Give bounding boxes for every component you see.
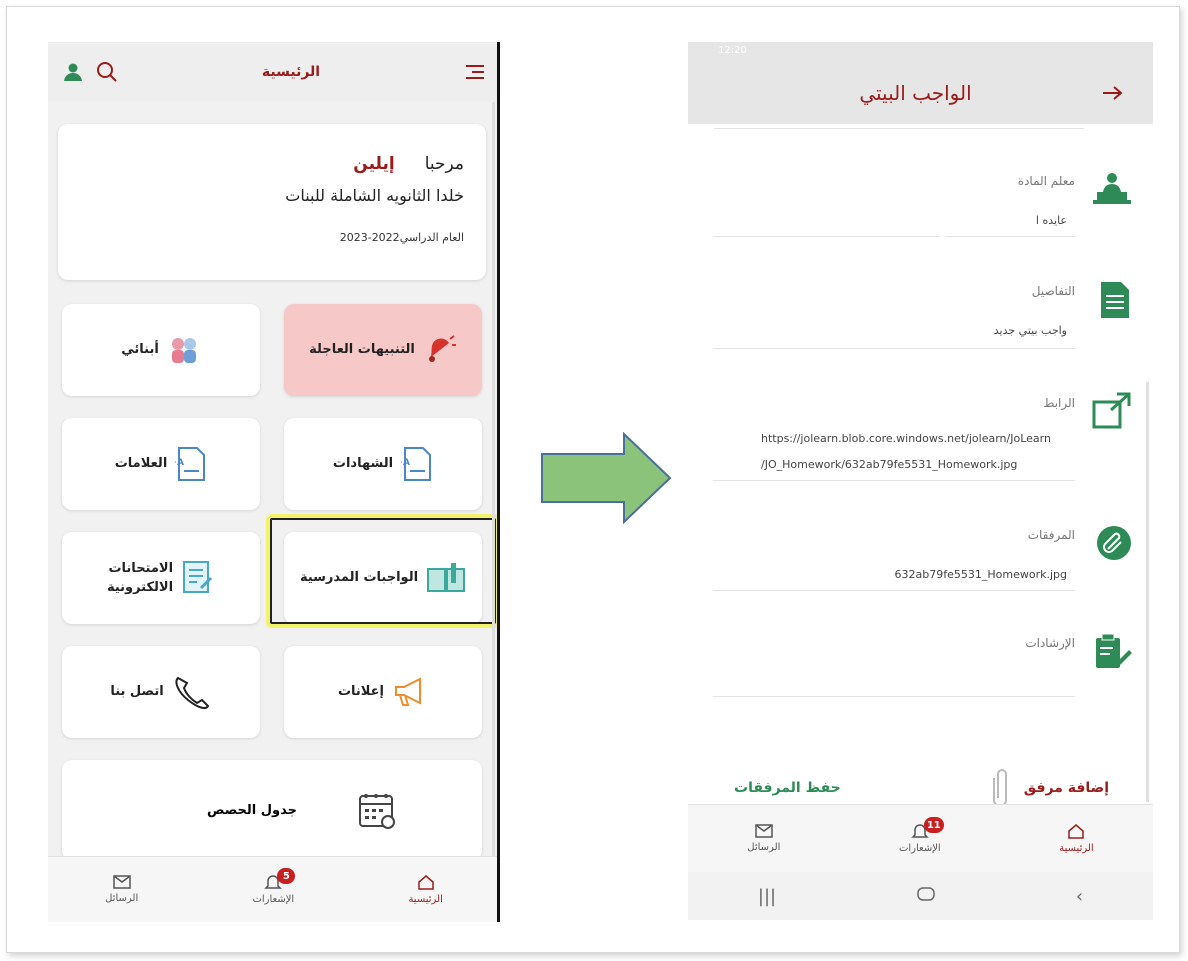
phone-icon — [172, 674, 212, 710]
field-details: التفاصيل واجب بيتي جديد — [713, 280, 1133, 350]
field-attachments: المرفقات 632ab79fe5531_Homework.jpg — [713, 524, 1133, 594]
link-value[interactable]: https://jolearn.blob.core.windows.net/jo… — [761, 426, 1081, 479]
homework-detail-screen: 12:20 الواجب البيتي معلم المادة عايده ا — [688, 42, 1153, 920]
paperclip-icon — [1095, 524, 1133, 562]
academic-year: العام الدراسي2022-2023 — [339, 231, 464, 244]
exam-label-line2: الالكترونية — [106, 580, 174, 595]
attachment-filename[interactable]: 632ab79fe5531_Homework.jpg — [895, 568, 1067, 581]
welcome-card: مرحباإيلين خلدا الثانويه الشاملة للبنات … — [58, 124, 486, 280]
bell-icon — [423, 333, 457, 367]
field-instructions: الإرشادات — [713, 632, 1133, 698]
teacher-icon — [1091, 170, 1133, 208]
save-attachments-button[interactable]: حفظ المرفقات — [734, 780, 841, 796]
clipboard-edit-icon — [1093, 632, 1133, 672]
system-nav-bar: ||| ‹ — [688, 872, 1153, 920]
scrollbar[interactable] — [492, 102, 495, 862]
arrow-right-icon[interactable] — [1101, 85, 1123, 101]
svg-text:A+: A+ — [401, 458, 410, 468]
home-button-icon[interactable] — [916, 886, 936, 907]
nav-home[interactable]: الرئيسية — [1059, 823, 1094, 854]
bottom-nav: الرسائل 5 الإشعارات الرئيسية — [48, 856, 497, 922]
tile-urgent-alerts[interactable]: التنبيهات العاجلة — [284, 304, 482, 396]
svg-text:A+: A+ — [175, 458, 184, 468]
details-value: واجب بيتي جديد — [993, 324, 1067, 337]
exam-label-line1: الامتحانات — [108, 560, 174, 576]
teacher-value: عايده ا — [1035, 214, 1067, 227]
home-screen: الرئيسية مرحبا إيلين خلدا الثانويه الشامل… — [48, 42, 500, 922]
nav-messages[interactable]: الرسائل — [747, 824, 780, 853]
tile-class-schedule[interactable]: جدول الحصص — [62, 760, 482, 860]
document-icon — [1097, 280, 1133, 320]
top-bar: الرئيسية — [48, 42, 497, 102]
school-name: خلدا الثانويه الشاملة للبنات — [285, 186, 464, 205]
flow-arrow-icon — [541, 432, 672, 524]
back-icon[interactable]: ‹ — [1076, 886, 1083, 907]
tile-certificates[interactable]: A+ الشهادات — [284, 418, 482, 510]
mail-icon — [112, 875, 131, 889]
page-title: الرئيسية — [261, 64, 321, 80]
homework-book-icon — [426, 561, 466, 595]
external-link-icon[interactable] — [1091, 392, 1133, 430]
search-icon[interactable] — [96, 61, 118, 83]
megaphone-icon — [392, 675, 428, 709]
scrollbar[interactable] — [1146, 382, 1149, 802]
recent-apps-icon[interactable]: ||| — [758, 886, 776, 907]
tile-homework[interactable]: الواجبات المدرسية — [284, 532, 482, 624]
status-time: 12:20 — [718, 45, 747, 56]
nav-notifications[interactable]: 5 الإشعارات — [252, 868, 296, 905]
grades-icon: A+ — [175, 446, 207, 482]
home-icon — [417, 875, 434, 890]
field-teacher: معلم المادة عايده ا — [713, 170, 1133, 240]
canvas: الرئيسية مرحبا إيلين خلدا الثانويه الشامل… — [0, 0, 1188, 961]
user-icon[interactable] — [62, 61, 84, 83]
detail-header: الواجب البيتي — [688, 62, 1153, 124]
calendar-icon — [357, 790, 397, 830]
notification-badge: 5 — [277, 868, 296, 884]
status-bar: 12:20 — [688, 42, 1153, 62]
mail-icon — [755, 824, 773, 838]
field-link: الرابط https://jolearn.blob.core.windows… — [713, 392, 1133, 482]
notification-badge: 11 — [923, 817, 944, 833]
divider — [714, 128, 1084, 129]
greeting: مرحبا — [424, 154, 464, 174]
tile-electronic-exams[interactable]: الامتحانات الالكترونية — [62, 532, 260, 624]
bottom-nav: الرسائل 11 الإشعارات الرئيسية — [688, 804, 1153, 872]
tile-grades[interactable]: A+ العلامات — [62, 418, 260, 510]
detail-title: الواجب البيتي — [859, 81, 972, 105]
nav-messages[interactable]: الرسائل — [105, 875, 138, 904]
exam-icon — [181, 560, 215, 596]
tile-contact-us[interactable]: اتصل بنا — [62, 646, 260, 738]
user-name: إيلين — [353, 154, 395, 174]
children-icon — [167, 333, 201, 367]
tile-announcements[interactable]: إعلانات — [284, 646, 482, 738]
tile-my-children[interactable]: أبنائي — [62, 304, 260, 396]
menu-icon[interactable] — [464, 63, 486, 81]
certificate-icon: A+ — [401, 446, 433, 482]
home-icon — [1068, 824, 1085, 839]
nav-home[interactable]: الرئيسية — [408, 874, 443, 905]
nav-notifications[interactable]: 11 الإشعارات — [899, 817, 944, 854]
